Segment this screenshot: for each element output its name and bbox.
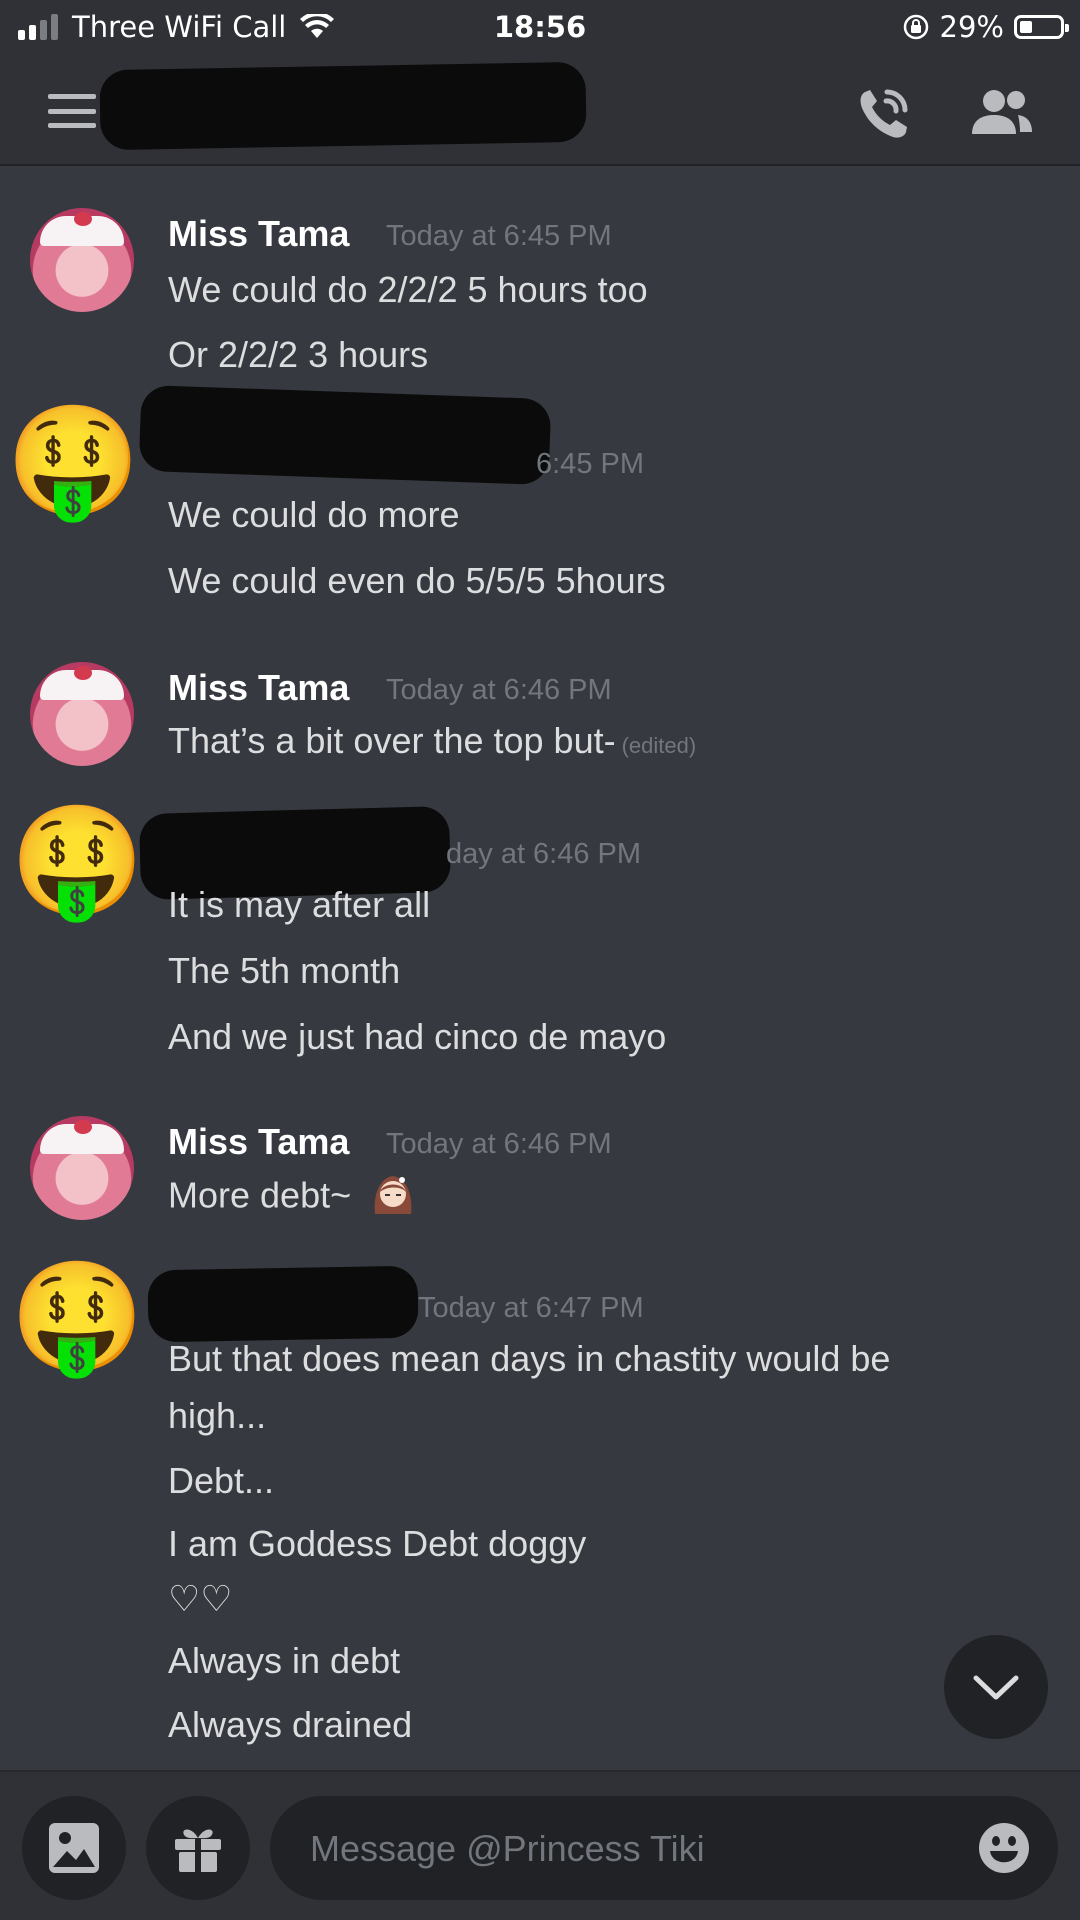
phone-call-icon[interactable] xyxy=(855,86,915,142)
message-line: We could even do 5/5/5 5hours xyxy=(168,560,666,601)
jump-to-present-button[interactable] xyxy=(944,1635,1048,1739)
message-timestamp: Today at 6:46 PM xyxy=(386,1128,612,1160)
message-line: ♡♡ xyxy=(168,1578,233,1619)
message-input[interactable] xyxy=(308,1796,952,1902)
redacted-username xyxy=(147,1265,419,1343)
upload-image-button[interactable] xyxy=(22,1796,126,1900)
message-line: Or 2/2/2 3 hours xyxy=(168,334,429,375)
message-timestamp: day at 6:46 PM xyxy=(446,838,642,870)
anime-girl-sticker-icon xyxy=(374,1176,412,1214)
members-icon[interactable] xyxy=(970,88,1034,138)
message-timestamp: 6:45 PM xyxy=(536,448,644,480)
redacted-username xyxy=(138,384,552,486)
message-composer xyxy=(0,1770,1080,1920)
message-line: But that does mean days in chastity woul… xyxy=(168,1338,891,1379)
orientation-lock-icon xyxy=(903,14,928,40)
message-line: The 5th month xyxy=(168,950,401,991)
channel-header xyxy=(0,56,1080,166)
message-author[interactable]: Miss Tama xyxy=(168,213,349,255)
message-line: We could do more xyxy=(168,494,460,535)
message-input-container[interactable] xyxy=(270,1796,1058,1902)
message-timestamp: Today at 6:46 PM xyxy=(386,674,612,706)
redacted-channel-name xyxy=(99,61,587,151)
avatar[interactable] xyxy=(30,1116,134,1220)
money-mouth-face-avatar[interactable]: 🤑 xyxy=(6,408,140,516)
message-line: high... xyxy=(168,1395,267,1436)
message-author[interactable]: Miss Tama xyxy=(168,667,349,709)
message-timestamp: Today at 6:47 PM xyxy=(418,1292,644,1324)
avatar[interactable] xyxy=(30,208,134,312)
message-line: Always in debt xyxy=(168,1640,401,1681)
chevron-down-icon xyxy=(973,1675,1019,1700)
message-line: I am Goddess Debt doggy xyxy=(168,1523,587,1564)
emoji-picker-icon[interactable] xyxy=(978,1822,1030,1874)
status-bar: Three WiFi Call 18:56 29% xyxy=(0,0,1080,56)
message-line: Debt... xyxy=(168,1460,275,1501)
avatar[interactable] xyxy=(30,662,134,766)
battery-percent: 29% xyxy=(939,10,1004,44)
message-line: That’s a bit over the top but- (edited) xyxy=(168,720,697,761)
gift-button[interactable] xyxy=(146,1796,250,1900)
message-line: We could do 2/2/2 5 hours too xyxy=(168,269,648,310)
money-mouth-face-avatar[interactable]: 🤑 xyxy=(10,808,144,916)
message-line: It is may after all xyxy=(168,884,431,925)
battery-icon xyxy=(1014,15,1069,39)
message-line: More debt~ xyxy=(168,1174,417,1222)
message-line: And we just had cinco de mayo xyxy=(168,1016,667,1057)
message-author[interactable]: Miss Tama xyxy=(168,1121,349,1163)
message-line: Always drained xyxy=(168,1704,413,1745)
hamburger-icon[interactable] xyxy=(48,94,96,128)
money-mouth-face-avatar[interactable]: 🤑 xyxy=(10,1264,144,1372)
image-icon xyxy=(49,1823,99,1873)
message-timestamp: Today at 6:45 PM xyxy=(386,220,612,252)
gift-icon xyxy=(175,1829,221,1872)
edited-tag: (edited) xyxy=(621,733,697,758)
